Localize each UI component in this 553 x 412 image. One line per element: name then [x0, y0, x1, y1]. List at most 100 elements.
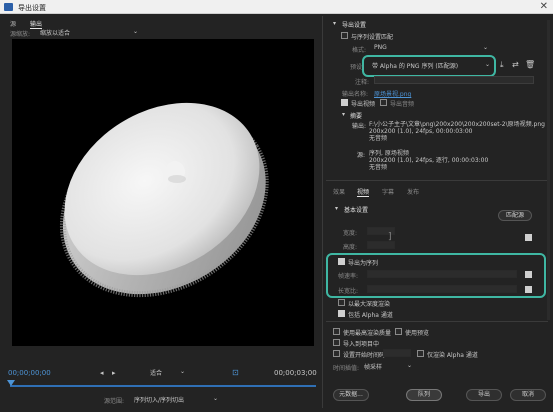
out-point-icon[interactable]: ▸ [112, 369, 116, 377]
chevron-down-icon: ⌄ [212, 395, 218, 402]
chevron-down-icon: ⌄ [180, 368, 186, 375]
start-timecode-input[interactable] [383, 349, 411, 357]
chevron-down-icon: ⌄ [484, 61, 490, 68]
chevron-down-icon: ⌄ [406, 362, 412, 369]
match-sequence-label: 与序列设置匹配 [351, 34, 394, 41]
chevron-down-icon: ⌄ [132, 28, 138, 35]
tab-publish[interactable]: 发布 [407, 187, 419, 196]
match-source-button[interactable]: 匹配源 [498, 210, 532, 221]
width-height-checkbox[interactable] [525, 234, 532, 241]
frame-rate-select[interactable] [367, 270, 517, 278]
queue-button[interactable]: 队列 [406, 389, 442, 401]
summary-output-spec: 200x200 (1.0), 24fps, 00:00:03:00 [369, 128, 473, 135]
aspect-label: 长宽比: [338, 288, 359, 295]
set-start-timecode-label: 设置开始时间码 [343, 352, 386, 359]
use-previews-checkbox[interactable] [395, 328, 402, 335]
export-video-checkbox[interactable] [341, 99, 348, 106]
output-name-label: 输出名称: [342, 91, 369, 98]
output-name-link[interactable]: 原场景视.png [374, 89, 411, 98]
tab-captions[interactable]: 字幕 [382, 187, 394, 196]
summary-output-path: F:\小公子主子\文章\png\200x200\200x200set-2\原场视… [369, 121, 545, 128]
import-project-label: 导入到项目中 [343, 341, 380, 348]
height-label: 高度: [343, 244, 358, 251]
source-range-label: 源范围: [104, 398, 125, 405]
scrollbar[interactable] [547, 20, 550, 320]
source-range-select[interactable]: 序列切入/序列切出 ⌄ [134, 395, 218, 404]
match-sequence-checkbox[interactable] [341, 32, 348, 39]
import-project-checkbox[interactable] [333, 339, 340, 346]
preset-label: 预设: [350, 64, 365, 71]
window-titlebar: 导出设置 ✕ [0, 0, 553, 14]
export-video-label: 导出视频 [351, 101, 376, 108]
divider [326, 180, 548, 181]
preview-image [59, 102, 269, 298]
include-alpha-checkbox[interactable] [338, 310, 345, 317]
basic-settings-title: 基本设置 [344, 207, 369, 214]
cancel-button[interactable]: 取消 [510, 389, 546, 401]
preset-select[interactable]: 带 Alpha 的 PNG 序列 (匹配源) ⌄ [372, 61, 490, 70]
render-alpha-only-checkbox[interactable] [417, 350, 424, 357]
source-range-value: 序列切入/序列切出 [134, 397, 185, 404]
summary-source: 序列, 原场视频 200x200 (1.0), 24fps, 逐行, 00:00… [369, 150, 549, 171]
interpolation-value: 帧采样 [364, 364, 383, 371]
in-point-icon[interactable]: ◂ [100, 369, 104, 377]
render-alpha-only-label: 仅渲染 Alpha 通道 [427, 352, 478, 359]
collapse-icon[interactable]: ▾ [342, 111, 345, 118]
aspect-checkbox[interactable] [525, 286, 532, 293]
render-max-depth-label: 以最大深度渲染 [348, 301, 391, 308]
fit-value: 适合 [150, 370, 163, 377]
timeline-bar[interactable] [10, 385, 316, 387]
export-as-sequence-checkbox[interactable] [338, 258, 345, 265]
source-scaling-select[interactable]: 缩放以适合 ⌄ [40, 28, 138, 37]
export-as-sequence-label: 导出为序列 [348, 260, 379, 267]
format-label: 格式: [352, 47, 367, 54]
frame-rate-checkbox[interactable] [525, 271, 532, 278]
export-section-title: 导出设置 [342, 22, 367, 29]
summary-source-label: 源: [357, 152, 366, 159]
playhead[interactable] [7, 380, 15, 386]
max-render-quality-checkbox[interactable] [333, 328, 340, 335]
summary-source-audio: 无音频 [369, 164, 388, 171]
close-icon[interactable]: ✕ [540, 1, 548, 12]
window-title: 导出设置 [18, 4, 46, 12]
metadata-button[interactable]: 元数据... [333, 389, 369, 401]
link-dimensions-icon[interactable]: ] [388, 232, 392, 242]
timecode-current[interactable]: 00;00;00;00 [8, 369, 51, 377]
fit-select[interactable]: 适合 ⌄ [150, 368, 190, 377]
import-preset-icon[interactable]: ⇄ [512, 60, 519, 69]
interpolation-select[interactable]: 帧采样 ⌄ [364, 362, 412, 371]
collapse-icon[interactable]: ▾ [335, 205, 338, 212]
aspect-select[interactable] [367, 285, 517, 293]
tab-source[interactable]: 源 [10, 19, 16, 28]
width-label: 宽度: [343, 230, 358, 237]
format-select[interactable]: PNG ⌄ [374, 44, 488, 53]
app-icon [4, 3, 13, 11]
summary-output: F:\小公子主子\文章\png\200x200\200x200set-2\原场视… [369, 121, 549, 142]
summary-output-label: 输出: [352, 123, 367, 130]
source-scaling-label: 源缩放: [10, 31, 31, 38]
include-alpha-label: 包括 Alpha 通道 [348, 312, 393, 319]
tab-effects[interactable]: 效果 [333, 187, 345, 196]
video-preview [12, 39, 314, 346]
panel-divider [322, 16, 323, 408]
source-scaling-value: 缩放以适合 [40, 30, 71, 37]
export-audio-checkbox[interactable] [380, 99, 387, 106]
set-start-timecode-checkbox[interactable] [333, 350, 340, 357]
max-render-quality-label: 使用最高渲染质量 [343, 330, 392, 337]
summary-output-audio: 无音频 [369, 135, 388, 142]
comments-input[interactable] [374, 76, 534, 84]
use-previews-label: 使用预览 [405, 330, 430, 337]
chevron-down-icon: ⌄ [482, 44, 488, 51]
collapse-icon[interactable]: ▾ [333, 20, 336, 27]
preset-value: 带 Alpha 的 PNG 序列 (匹配源) [372, 63, 459, 70]
summary-source-spec: 200x200 (1.0), 24fps, 逐行, 00:00:03:00 [369, 157, 489, 164]
height-input[interactable] [367, 241, 395, 249]
tab-video[interactable]: 视频 [357, 187, 370, 197]
crop-icon[interactable]: ⊡ [232, 368, 239, 377]
export-button[interactable]: 导出 [466, 389, 502, 401]
save-preset-icon[interactable]: ⤓ [500, 60, 504, 70]
divider [326, 321, 548, 322]
export-audio-label: 导出音频 [390, 101, 415, 108]
render-max-depth-checkbox[interactable] [338, 299, 345, 306]
delete-preset-icon[interactable]: 🗑 [525, 60, 535, 69]
